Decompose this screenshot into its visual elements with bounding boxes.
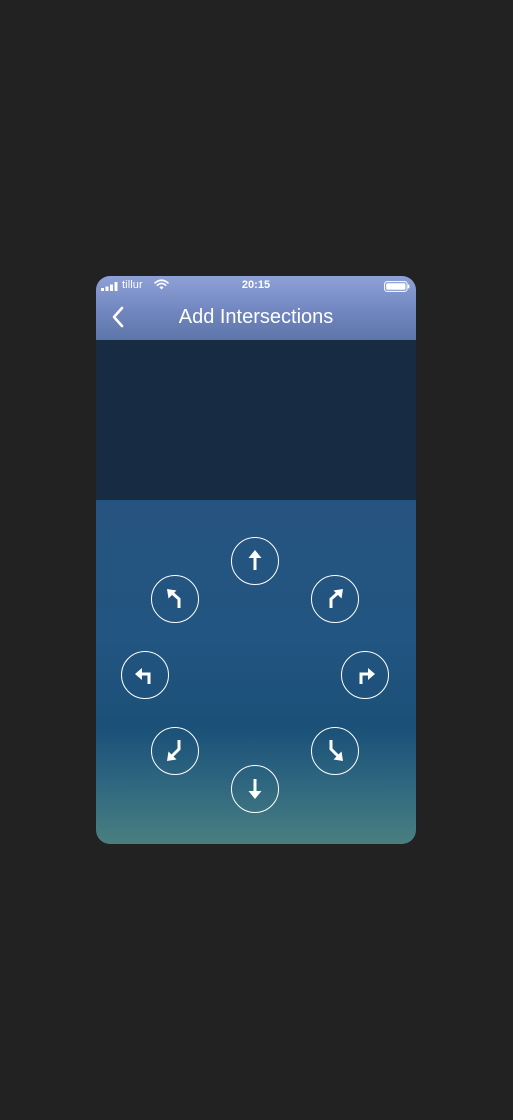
arrow-slight-left-icon (167, 589, 181, 608)
phone-screen: tillur 20:15 Add Intersections (96, 276, 416, 844)
direction-right-button[interactable] (341, 651, 389, 699)
page-title: Add Intersections (178, 306, 334, 328)
direction-slight-right-button[interactable] (311, 575, 359, 623)
header: tillur 20:15 Add Intersections (96, 276, 416, 340)
status-bar: tillur 20:15 (96, 276, 416, 296)
status-time: 20:15 (241, 279, 271, 291)
direction-straight-button[interactable] (231, 537, 279, 585)
arrow-turn-right-icon (359, 668, 375, 684)
arrow-down-icon (248, 779, 262, 799)
arrow-sharp-left-icon (167, 740, 181, 761)
direction-sharp-right-button[interactable] (311, 727, 359, 775)
map-area (96, 340, 416, 500)
direction-left-button[interactable] (121, 651, 169, 699)
direction-slight-left-button[interactable] (151, 575, 199, 623)
arrow-up-icon (248, 550, 262, 570)
direction-back-button[interactable] (231, 765, 279, 813)
arrow-slight-right-icon (329, 589, 343, 608)
direction-controls (96, 500, 416, 844)
arrow-sharp-right-icon (329, 740, 343, 761)
battery-icon (384, 281, 410, 292)
navigation-bar: Add Intersections (96, 296, 416, 340)
arrow-turn-left-icon (135, 668, 151, 684)
direction-sharp-left-button[interactable] (151, 727, 199, 775)
